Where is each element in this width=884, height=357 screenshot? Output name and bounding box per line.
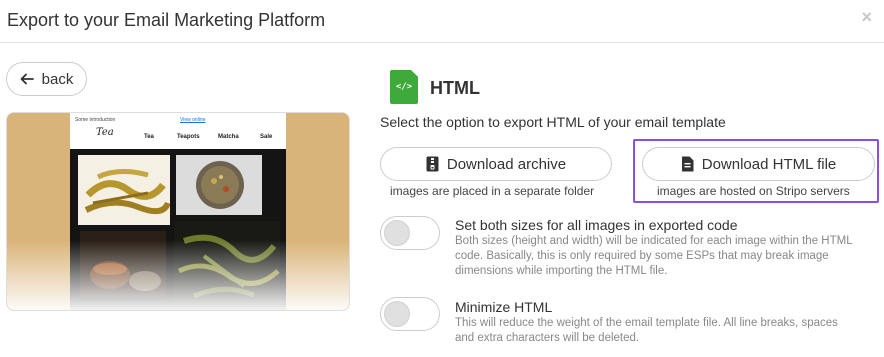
toggle-knob [384,220,410,246]
modal-header: Export to your Email Marketing Platform … [0,0,884,43]
back-button[interactable]: back [6,62,87,96]
email-nav-item: Matcha [218,134,239,140]
arrow-left-icon [20,73,34,85]
email-header: Some introduction View online Tea Tea Te… [70,113,286,149]
email-preview: Some introduction View online Tea Tea Te… [6,112,350,311]
archive-icon [426,156,439,172]
email-nav-item: Tea [144,134,154,140]
modal-title: Export to your Email Marketing Platform [7,10,326,30]
html-file-icon: </> [390,70,418,104]
tea-jar-photo [176,155,262,215]
tea-leaves-photo [78,155,170,225]
set-sizes-description: Both sizes (height and width) will be in… [455,235,853,277]
email-view-online-link: View online [180,117,206,123]
email-intro-text: Some introduction [75,117,116,123]
set-sizes-title: Set both sizes for all images in exporte… [455,217,738,233]
download-html-file-button[interactable]: Download HTML file [642,147,875,181]
format-title: HTML [430,78,480,98]
email-logo: Tea [96,127,114,138]
modal-body: back Some introduction View online Tea T… [0,44,884,357]
export-subtitle: Select the option to export HTML of your… [380,114,726,130]
email-nav-item: Teapots [177,134,200,140]
back-button-label: back [41,70,74,88]
minimize-html-toggle[interactable] [380,297,440,331]
close-icon[interactable]: × [861,8,872,26]
download-html-file-label: Download HTML file [701,155,837,173]
set-sizes-toggle[interactable] [380,216,440,250]
minimize-html-description: This will reduce the weight of the email… [455,317,838,344]
download-archive-caption: images are placed in a separate folder [390,184,595,198]
download-archive-label: Download archive [446,155,567,173]
toggle-knob [384,301,410,327]
preview-fade [7,240,349,310]
email-nav-item: Sale [260,134,273,140]
download-html-file-caption: images are hosted on Stripo servers [657,184,850,198]
download-archive-button[interactable]: Download archive [380,147,612,181]
file-icon [681,156,694,172]
minimize-html-title: Minimize HTML [455,299,553,315]
